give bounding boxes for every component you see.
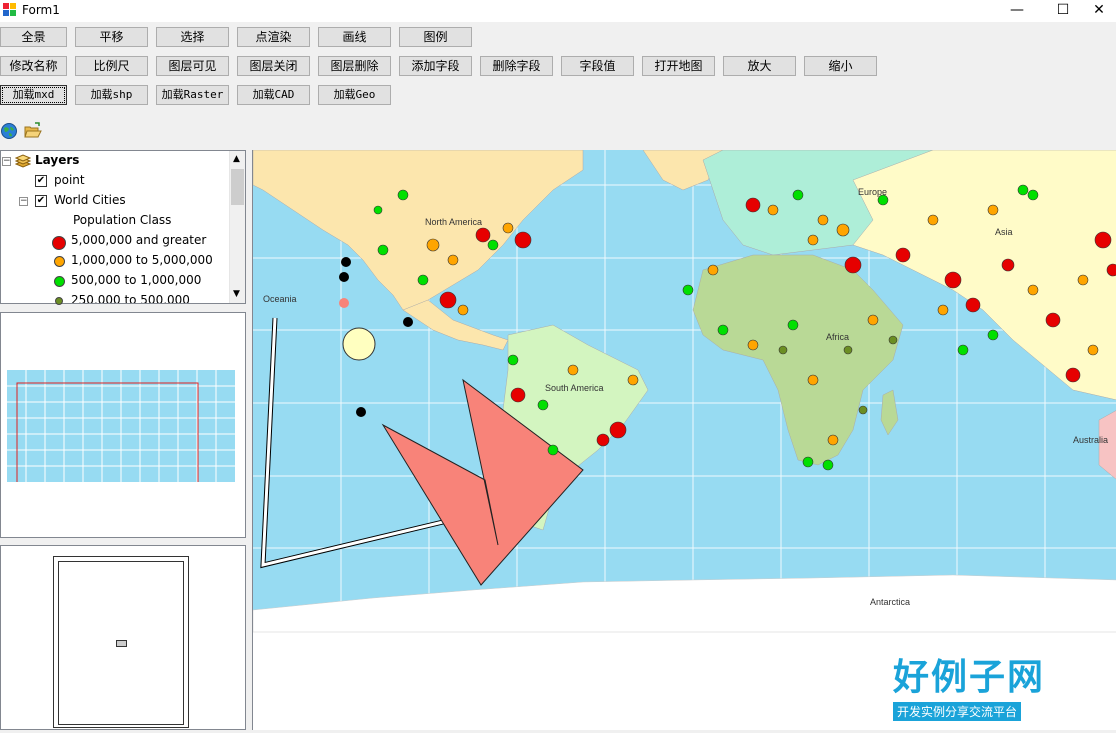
layer-world-cities-checkbox[interactable]: ✔	[35, 195, 47, 207]
layer-world-cities-label[interactable]: World Cities	[54, 193, 126, 207]
scroll-up-icon[interactable]: ▲	[233, 154, 240, 164]
draw-line-button[interactable]: 画线	[318, 27, 391, 47]
field-value-button[interactable]: 字段值	[561, 56, 634, 76]
legend-heading: Population Class	[73, 213, 172, 227]
add-field-button[interactable]: 添加字段	[399, 56, 472, 76]
load-shp-button[interactable]: 加载shp	[75, 85, 148, 105]
label-europe: Europe	[858, 187, 887, 197]
page-outline	[53, 556, 189, 728]
map-point	[403, 317, 413, 327]
layer-point-label[interactable]: point	[54, 173, 85, 187]
load-geo-button[interactable]: 加载Geo	[318, 85, 391, 105]
collapse-layers-icon[interactable]: −	[2, 157, 11, 166]
layer-delete-button[interactable]: 图层删除	[318, 56, 391, 76]
point-render-button[interactable]: 点渲染	[237, 27, 310, 47]
app-icon	[3, 3, 16, 16]
legend-label: 1,000,000 to 5,000,000	[71, 253, 213, 267]
layer-point-checkbox[interactable]: ✔	[35, 175, 47, 187]
scalebar-button[interactable]: 比例尺	[75, 56, 148, 76]
globe-icon[interactable]	[0, 122, 18, 140]
pan-button[interactable]: 平移	[75, 27, 148, 47]
map-point	[339, 298, 349, 308]
open-folder-icon[interactable]	[24, 122, 42, 140]
legend-symbol-green	[54, 276, 65, 287]
legend-button[interactable]: 图例	[399, 27, 472, 47]
legend-label: 500,000 to 1,000,000	[71, 273, 202, 287]
map-point	[341, 257, 351, 267]
watermark-logo: 好例子网 开发实例分享交流平台	[893, 648, 1045, 721]
layer-close-button[interactable]: 图层关闭	[237, 56, 310, 76]
load-raster-button[interactable]: 加载Raster	[156, 85, 229, 105]
zoom-out-button[interactable]: 缩小	[804, 56, 877, 76]
watermark-subtitle: 开发实例分享交流平台	[893, 702, 1022, 721]
scroll-thumb[interactable]	[231, 169, 244, 205]
toc-panel: − Layers ✔ point − ✔ World Cities Popula…	[0, 150, 246, 305]
full-extent-button[interactable]: 全景	[0, 27, 67, 47]
toc-root-label: Layers	[35, 153, 80, 167]
open-map-button[interactable]: 打开地图	[642, 56, 715, 76]
page-map-thumbnail	[116, 640, 127, 647]
overview-map-panel[interactable]	[0, 312, 246, 538]
label-north-america: North America	[425, 217, 482, 227]
label-australia: Australia	[1073, 435, 1108, 445]
label-africa: Africa	[826, 332, 849, 342]
minimize-button[interactable]: —	[994, 0, 1040, 22]
load-cad-button[interactable]: 加载CAD	[237, 85, 310, 105]
legend-label: 250,000 to 500,000	[71, 293, 190, 303]
legend-label: 5,000,000 and greater	[71, 233, 207, 247]
map-point	[356, 407, 366, 417]
window-title: Form1	[22, 3, 60, 17]
layers-icon	[15, 154, 31, 168]
map-view[interactable]: North America South America Europe Asia …	[252, 149, 1116, 730]
legend-symbol-olive	[55, 297, 63, 305]
label-oceania: Oceania	[263, 294, 297, 304]
map-point	[339, 272, 349, 282]
map-point-large	[342, 327, 376, 361]
page-layout-panel[interactable]	[0, 545, 246, 730]
label-antarctica: Antarctica	[870, 597, 910, 607]
scroll-down-icon[interactable]: ▼	[233, 289, 240, 299]
watermark-title: 好例子网	[893, 657, 1046, 698]
rename-button[interactable]: 修改名称	[0, 56, 67, 76]
collapse-world-cities-icon[interactable]: −	[19, 197, 28, 206]
delete-field-button[interactable]: 删除字段	[480, 56, 553, 76]
toc-scrollbar[interactable]: ▲ ▼	[229, 151, 245, 303]
world-map[interactable]: North America South America Europe Asia …	[252, 149, 1116, 730]
layer-visible-button[interactable]: 图层可见	[156, 56, 229, 76]
load-mxd-button[interactable]: 加载mxd	[0, 85, 67, 105]
zoom-in-button[interactable]: 放大	[723, 56, 796, 76]
select-button[interactable]: 选择	[156, 27, 229, 47]
label-south-america: South America	[545, 383, 604, 393]
legend-symbol-red	[52, 236, 66, 250]
overview-map[interactable]	[7, 370, 235, 482]
title-bar: Form1 — ☐ ✕	[0, 0, 1116, 22]
label-asia: Asia	[995, 227, 1013, 237]
legend-symbol-orange	[54, 256, 65, 267]
close-button[interactable]: ✕	[1076, 0, 1116, 22]
